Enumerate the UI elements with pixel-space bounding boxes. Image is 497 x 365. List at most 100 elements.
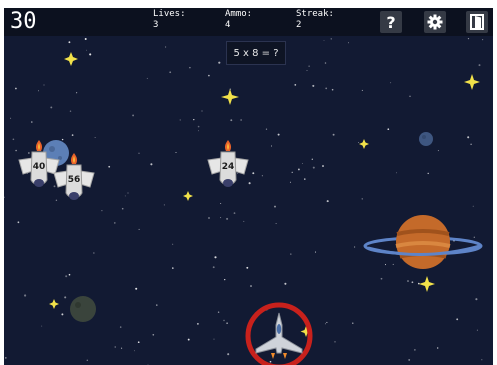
background-star — [218, 61, 221, 64]
background-star — [196, 322, 199, 325]
background-star — [387, 128, 390, 131]
background-star — [330, 38, 332, 40]
background-star — [124, 195, 126, 197]
background-star — [214, 256, 217, 259]
background-star — [311, 158, 313, 160]
score-value: 30 — [10, 9, 37, 34]
background-star — [326, 321, 328, 323]
background-star — [189, 66, 191, 69]
background-star — [261, 175, 263, 177]
background-star — [220, 217, 222, 219]
background-star — [68, 41, 71, 44]
game-canvas[interactable]: 30 Lives: 3 Ammo: 4 Streak: 2 ? 5 x 8 = … — [4, 8, 493, 365]
background-star — [456, 318, 459, 321]
background-star — [89, 53, 92, 56]
background-star — [226, 322, 228, 325]
background-star — [243, 220, 245, 222]
ammo-value: 4 — [225, 20, 231, 30]
background-star — [17, 221, 20, 224]
background-star — [224, 278, 226, 281]
background-star — [108, 165, 111, 168]
planet-small-blue — [419, 132, 433, 146]
background-star — [152, 333, 155, 336]
background-star — [172, 267, 174, 269]
background-star — [323, 40, 325, 41]
background-star — [4, 357, 7, 359]
background-star — [427, 172, 429, 175]
background-star — [265, 128, 268, 130]
background-star — [146, 77, 148, 79]
streak-value: 2 — [296, 20, 302, 30]
background-star — [137, 341, 140, 344]
background-star — [12, 138, 15, 141]
background-star — [358, 142, 359, 144]
background-star — [478, 64, 481, 67]
background-star — [31, 121, 33, 123]
player-ship[interactable] — [244, 301, 314, 365]
background-star — [297, 168, 300, 171]
streak-label: Streak: — [296, 9, 334, 19]
background-star — [481, 359, 483, 361]
background-star — [220, 203, 222, 205]
background-star — [294, 84, 297, 86]
help-button[interactable]: ? — [380, 11, 402, 33]
background-star — [246, 266, 249, 269]
background-star — [113, 222, 116, 224]
background-star — [322, 165, 324, 167]
background-star — [334, 341, 336, 343]
background-star — [361, 198, 363, 200]
background-star — [467, 37, 470, 40]
background-star — [198, 130, 199, 132]
gear-icon — [427, 14, 443, 30]
background-star — [384, 264, 387, 266]
background-star — [407, 280, 409, 282]
background-star — [127, 192, 129, 194]
lives-stat: Lives: 3 — [153, 9, 186, 30]
enemy-ship[interactable]: 56 — [52, 151, 96, 207]
background-star — [193, 118, 195, 121]
background-star — [217, 311, 220, 313]
background-star — [93, 252, 95, 254]
planet-dark — [70, 296, 96, 322]
background-star — [201, 110, 203, 112]
background-star — [132, 114, 135, 117]
background-star — [172, 243, 174, 245]
background-star — [61, 138, 64, 141]
background-star — [392, 263, 394, 265]
background-star — [38, 90, 39, 92]
background-star — [208, 217, 210, 219]
math-question: 5 x 8 = ? — [226, 41, 286, 65]
background-star — [208, 74, 210, 77]
background-star — [325, 87, 328, 90]
background-star — [197, 125, 200, 128]
background-star — [411, 281, 414, 284]
background-star — [121, 347, 123, 349]
background-star — [408, 358, 411, 361]
enemy-ship[interactable]: 24 — [206, 138, 250, 194]
background-star — [169, 71, 172, 74]
background-star — [390, 82, 392, 84]
enemy-answer-label: 24 — [221, 162, 235, 172]
background-star — [380, 277, 383, 280]
background-star — [312, 84, 315, 87]
background-star — [475, 298, 478, 301]
background-star — [284, 282, 287, 285]
background-star — [352, 322, 354, 324]
background-star — [135, 287, 138, 290]
background-star — [332, 133, 335, 136]
background-star — [396, 172, 397, 174]
background-star — [69, 110, 72, 112]
lives-label: Lives: — [153, 9, 186, 19]
background-star — [101, 209, 103, 212]
background-star — [114, 346, 116, 348]
background-star — [86, 359, 89, 362]
background-star — [250, 285, 252, 287]
exit-button[interactable] — [466, 11, 488, 33]
background-star — [41, 325, 43, 327]
settings-button[interactable] — [424, 11, 446, 33]
help-icon: ? — [386, 12, 396, 32]
background-star — [361, 89, 363, 91]
lives-value: 3 — [153, 20, 159, 30]
background-star — [61, 313, 64, 316]
background-star — [213, 338, 215, 340]
